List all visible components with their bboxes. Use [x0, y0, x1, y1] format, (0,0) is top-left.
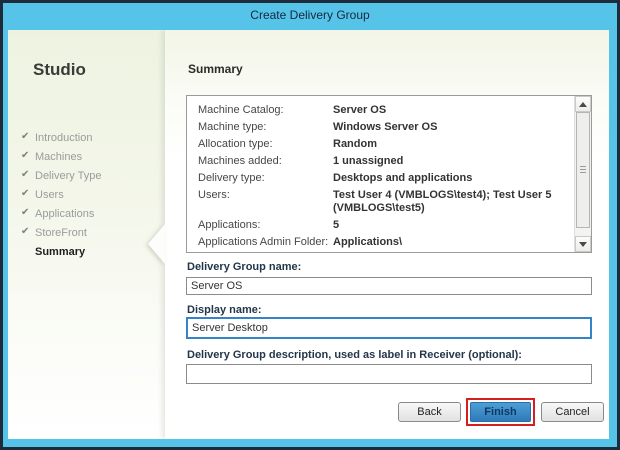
current-step-pointer [148, 224, 165, 264]
summary-row-value: 5 [333, 219, 573, 232]
summary-row: Machines added:1 unassigned [187, 153, 573, 170]
check-icon: ✔ [21, 146, 35, 165]
sidebar-step-label: Summary [35, 246, 85, 258]
sidebar-step-users[interactable]: ✔Users [8, 184, 165, 203]
summary-row-value: 1 unassigned [333, 155, 573, 168]
summary-row-value: Desktops and applications [333, 172, 573, 185]
sidebar-step-label: Machines [35, 151, 82, 163]
wizard-steps: ✔Introduction✔Machines✔Delivery Type✔Use… [8, 127, 165, 260]
summary-row-value: Test User 4 (VMBLOGS\test4); Test User 5… [333, 189, 573, 215]
sidebar-step-label: StoreFront [35, 227, 87, 239]
description-input[interactable] [186, 364, 592, 384]
sidebar-step-label: Users [35, 189, 64, 201]
sidebar-step-machines[interactable]: ✔Machines [8, 146, 165, 165]
summary-row-value: Applications\ [333, 236, 573, 249]
summary-row: Allocation type:Random [187, 136, 573, 153]
scroll-down-icon [579, 242, 587, 247]
delivery-group-name-label: Delivery Group name: [187, 261, 301, 273]
summary-row-label: Applications Admin Folder: [198, 236, 333, 249]
display-name-input[interactable] [186, 317, 592, 339]
summary-row-label: Delivery type: [198, 172, 333, 185]
summary-row: Applications Admin Folder:Applications\ [187, 234, 573, 251]
summary-row: Machine Catalog:Server OS [187, 102, 573, 119]
scrollbar-thumb[interactable] [576, 112, 590, 228]
scrollbar-grip-icon [580, 166, 586, 174]
sidebar-step-label: Applications [35, 208, 94, 220]
summary-row-label: Users: [198, 189, 333, 215]
scroll-up-button[interactable] [575, 96, 591, 112]
page-title: Summary [188, 62, 243, 76]
summary-row: Users:Test User 4 (VMBLOGS\test4); Test … [187, 187, 573, 217]
dialog-content: Studio ✔Introduction✔Machines✔Delivery T… [8, 30, 609, 439]
sidebar-step-storefront[interactable]: ✔StoreFront [8, 222, 165, 241]
summary-rows: Machine Catalog:Server OSMachine type:Wi… [187, 102, 573, 251]
check-icon: ✔ [21, 127, 35, 146]
sidebar-step-applications[interactable]: ✔Applications [8, 203, 165, 222]
sidebar-step-summary[interactable]: Summary [8, 241, 165, 260]
summary-row-value: Server OS [333, 104, 573, 117]
summary-row-label: Machine Catalog: [198, 104, 333, 117]
check-icon: ✔ [21, 222, 35, 241]
summary-row-label: Machine type: [198, 121, 333, 134]
summary-page: Summary Machine Catalog:Server OSMachine… [165, 30, 609, 439]
summary-row-value: Random [333, 138, 573, 151]
check-icon: ✔ [21, 184, 35, 203]
description-label: Delivery Group description, used as labe… [187, 349, 522, 361]
cancel-button[interactable]: Cancel [541, 402, 604, 422]
summary-row: Machine type:Windows Server OS [187, 119, 573, 136]
summary-box: Machine Catalog:Server OSMachine type:Wi… [186, 95, 592, 253]
sidebar-step-label: Introduction [35, 132, 92, 144]
scroll-up-icon [579, 102, 587, 107]
sidebar-step-delivery-type[interactable]: ✔Delivery Type [8, 165, 165, 184]
summary-row-label: Allocation type: [198, 138, 333, 151]
scroll-down-button[interactable] [575, 236, 591, 252]
sidebar-step-label: Delivery Type [35, 170, 101, 182]
finish-highlight-annotation: Finish [466, 398, 535, 426]
create-delivery-group-dialog: Create Delivery Group Studio ✔Introducti… [0, 0, 620, 450]
window-titlebar: Create Delivery Group [3, 3, 617, 27]
check-icon: ✔ [21, 203, 35, 222]
finish-button[interactable]: Finish [470, 402, 531, 422]
studio-title: Studio [33, 60, 86, 80]
check-icon: ✔ [21, 165, 35, 184]
sidebar-step-introduction[interactable]: ✔Introduction [8, 127, 165, 146]
summary-row-value: Windows Server OS [333, 121, 573, 134]
wizard-sidebar: Studio ✔Introduction✔Machines✔Delivery T… [8, 30, 165, 439]
summary-row-label: Applications: [198, 219, 333, 232]
summary-scrollbar[interactable] [574, 96, 591, 252]
summary-row: Applications:5 [187, 217, 573, 234]
delivery-group-name-input[interactable] [186, 277, 592, 295]
back-button[interactable]: Back [398, 402, 461, 422]
summary-row-label: Machines added: [198, 155, 333, 168]
summary-row: Delivery type:Desktops and applications [187, 170, 573, 187]
window-title: Create Delivery Group [250, 8, 369, 22]
display-name-label: Display name: [187, 304, 262, 316]
